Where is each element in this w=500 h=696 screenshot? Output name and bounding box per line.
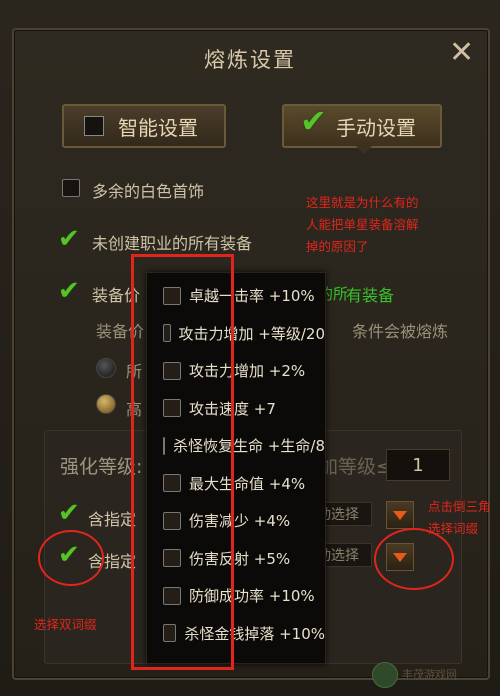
radio-option-2[interactable]: [96, 394, 116, 414]
watermark-logo: [372, 662, 398, 688]
option-white-jewelry-label: 多余的白色首饰: [92, 182, 205, 201]
dialog-title: 熔炼设置: [204, 48, 296, 72]
option-value-label-suffix: 有装备: [346, 286, 395, 305]
annotation-note-right-2: 选择词缀: [428, 521, 479, 536]
option-uncreated-class-checkbox[interactable]: ✔: [58, 226, 80, 252]
annotation-circle-checkbox: [38, 530, 104, 586]
option-value2-label-suffix: 条件会被熔炼: [352, 322, 449, 341]
annotation-highlight-box: [131, 254, 234, 670]
smart-settings-tab[interactable]: 智能设置: [62, 104, 226, 148]
radio-option-1[interactable]: [96, 358, 116, 378]
smart-settings-label: 智能设置: [118, 115, 198, 140]
affix-row1-dropdown-icon[interactable]: [386, 501, 414, 529]
tab-pointer: [352, 142, 376, 154]
checkbox-empty-icon: [84, 116, 104, 136]
annotation-note-left: 选择双词缀: [34, 617, 97, 632]
affix-row1-label: 含指定: [88, 510, 137, 529]
option-value-checkbox[interactable]: ✔: [58, 278, 80, 304]
close-icon[interactable]: ✕: [449, 38, 474, 68]
checkmark-icon: ✔: [300, 102, 327, 140]
annotation-note-top-2: 人能把单星装备溶解: [306, 217, 419, 232]
annotation-note-top-1: 这里就是为什么有的: [306, 195, 419, 210]
affix-row1-checkbox[interactable]: ✔: [58, 500, 80, 526]
option-uncreated-class-label: 未创建职业的所有装备: [92, 234, 253, 253]
option-white-jewelry-checkbox[interactable]: [62, 179, 80, 197]
watermark-text: 丰茂游戏网: [402, 668, 457, 681]
append-level-input[interactable]: 1: [386, 449, 450, 481]
annotation-note-right-1: 点击倒三角: [428, 499, 491, 514]
annotation-note-top-3: 掉的原因了: [306, 239, 369, 254]
manual-settings-label: 手动设置: [336, 115, 416, 140]
